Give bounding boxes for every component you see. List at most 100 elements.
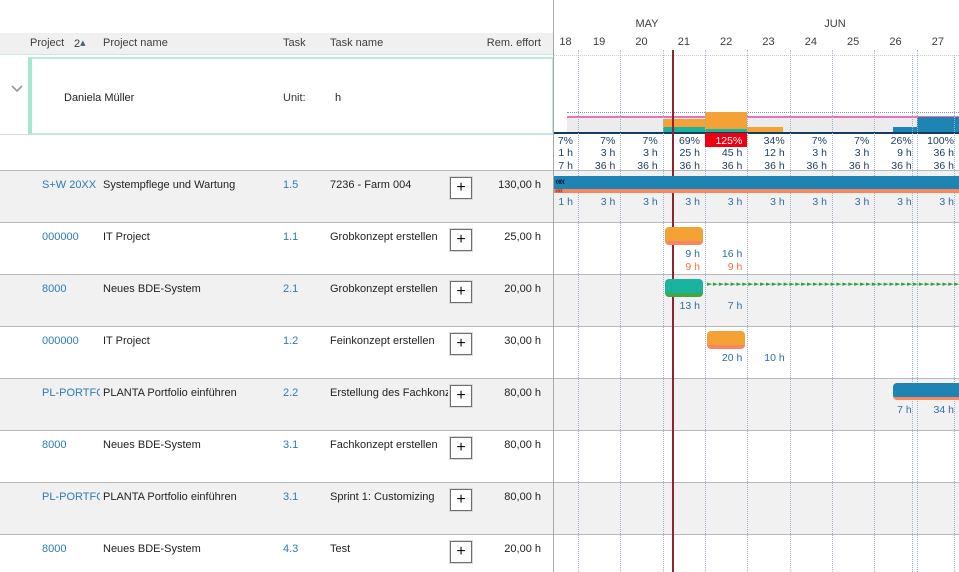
capacity-hours: 36 h <box>705 160 742 172</box>
histogram-bar-segment <box>663 119 705 127</box>
task-name: Sprint 1: Customizing <box>330 491 448 504</box>
remaining-effort: 20,00 h <box>460 283 541 296</box>
bar-hour-label: 3 h <box>747 196 784 208</box>
resource-row[interactable]: Daniela Müller Unit: h <box>28 57 554 135</box>
week-header: 22 <box>705 36 747 49</box>
task-name: Grobkonzept erstellen <box>330 283 448 296</box>
sort-indicator[interactable]: 2▲ <box>74 33 86 54</box>
bar-hour-label: 3 h <box>917 196 954 208</box>
sort-arrow-icon: ▲ <box>80 39 85 47</box>
column-header-project[interactable]: Project <box>30 33 64 54</box>
capacity-hours: 36 h <box>663 160 700 172</box>
week-header: 23 <box>747 36 789 49</box>
grid-line <box>912 55 913 572</box>
project-link[interactable]: 8000 <box>42 439 100 452</box>
task-number: 1.2 <box>283 335 323 348</box>
task-bar[interactable] <box>707 331 745 349</box>
task-bar[interactable] <box>665 279 703 297</box>
task-number: 2.1 <box>283 283 323 296</box>
bar-hour-label: 34 h <box>917 404 954 416</box>
grid-line <box>790 55 791 572</box>
project-link[interactable]: PL-PORTFO... <box>42 387 100 400</box>
grid-line <box>954 55 955 572</box>
utilization-percent: 69% <box>663 135 700 147</box>
project-name: Neues BDE-System <box>103 543 279 556</box>
task-name: Erstellung des Fachkonz... <box>330 387 448 400</box>
panel-separator[interactable] <box>553 0 554 572</box>
utilization-percent: 34% <box>747 135 784 147</box>
capacity-hours: 36 h <box>578 160 615 172</box>
task-name: Feinkonzept erstellen <box>330 335 448 348</box>
project-link[interactable]: S+W 20XX <box>42 179 100 192</box>
month-label: MAY <box>607 18 687 31</box>
grid-line <box>832 55 833 572</box>
remaining-effort: 80,00 h <box>460 439 541 452</box>
bar-hour-label: 3 h <box>705 196 742 208</box>
header-tick <box>874 50 875 54</box>
week-header: 20 <box>620 36 662 49</box>
bar-hour-label: 7 h <box>705 300 742 312</box>
bar-hour-label: 3 h <box>578 196 615 208</box>
collapse-chevron-icon[interactable] <box>10 84 24 96</box>
column-header-rem-effort[interactable]: Rem. effort <box>460 33 541 54</box>
header-tick <box>832 50 833 54</box>
histogram-bar-segment <box>705 112 747 129</box>
project-name: IT Project <box>103 335 279 348</box>
load-hours: 1 h <box>553 147 573 159</box>
grid-line <box>874 55 875 572</box>
grid-line <box>747 55 748 572</box>
task-bar[interactable] <box>893 383 959 400</box>
project-link[interactable]: 000000 <box>42 335 100 348</box>
grid-line <box>620 55 621 572</box>
continuation-chevrons-icon: «« <box>555 187 571 195</box>
load-hours: 9 h <box>874 147 911 159</box>
task-number: 2.2 <box>283 387 323 400</box>
task-bar[interactable] <box>665 227 703 245</box>
project-link[interactable]: 8000 <box>42 283 100 296</box>
utilization-percent: 7% <box>553 135 573 147</box>
project-name: IT Project <box>103 231 279 244</box>
utilization-percent: 7% <box>620 135 657 147</box>
bar-hour-label: 3 h <box>832 196 869 208</box>
bar-hour-label: 7 h <box>874 404 911 416</box>
remaining-effort: 80,00 h <box>460 387 541 400</box>
column-header-task[interactable]: Task <box>283 33 306 54</box>
grid-line <box>917 55 918 572</box>
remaining-effort: 130,00 h <box>460 179 541 192</box>
utilization-percent: 26% <box>874 135 911 147</box>
load-hours: 12 h <box>747 147 784 159</box>
month-label: JUN <box>795 18 875 31</box>
task-name: 7236 - Farm 004 <box>330 179 448 192</box>
task-bar[interactable] <box>553 176 959 189</box>
project-name: PLANTA Portfolio einführen <box>103 491 279 504</box>
task-bar-underline <box>553 189 959 193</box>
task-number: 1.5 <box>283 179 323 192</box>
project-link[interactable]: 8000 <box>42 543 100 556</box>
bar-hour-label: 3 h <box>620 196 657 208</box>
capacity-hours: 36 h <box>832 160 869 172</box>
bar-hour-label: 20 h <box>705 352 742 364</box>
grid-line <box>663 55 664 572</box>
project-link[interactable]: 000000 <box>42 231 100 244</box>
column-header-project-name[interactable]: Project name <box>103 33 168 54</box>
header-tick <box>663 50 664 54</box>
header-tick <box>790 50 791 54</box>
row-stripe <box>0 222 959 274</box>
remaining-effort: 20,00 h <box>460 543 541 556</box>
capacity-hours: 36 h <box>747 160 784 172</box>
week-header: 27 <box>917 36 959 49</box>
remaining-effort: 30,00 h <box>460 335 541 348</box>
unit-label: Unit: <box>283 91 306 105</box>
header-tick <box>620 50 621 54</box>
week-header: 26 <box>874 36 916 49</box>
grid-line <box>578 55 579 572</box>
load-hours: 25 h <box>663 147 700 159</box>
project-link[interactable]: PL-PORTFO... <box>42 491 100 504</box>
header-tick <box>747 50 748 54</box>
column-header-task-name[interactable]: Task name <box>330 33 383 54</box>
resource-section-divider <box>0 134 553 135</box>
week-header: 25 <box>832 36 874 49</box>
resource-name: Daniela Müller <box>64 91 134 105</box>
row-stripe <box>0 326 959 378</box>
bar-hour-label-secondary: 9 h <box>663 261 700 273</box>
